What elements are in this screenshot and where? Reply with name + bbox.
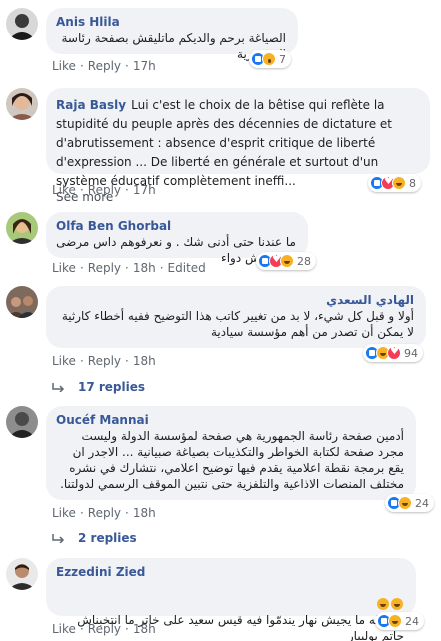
- wow-reaction-icon: [262, 52, 276, 66]
- author-name[interactable]: Ezzedini Zied: [56, 564, 404, 580]
- separator: ·: [125, 59, 129, 73]
- comment-text: أولا و قبل كل شيء، لا بد من تغيير كاتب ه…: [61, 309, 414, 339]
- separator: ·: [125, 506, 129, 520]
- haha-reaction-icon: [280, 254, 294, 268]
- comment-bubble: Raja Basly Lui c'est le choix de la bêti…: [46, 88, 430, 204]
- reaction-summary[interactable]: 8: [368, 174, 421, 192]
- separator: ·: [125, 354, 129, 368]
- reaction-summary[interactable]: 94: [363, 344, 423, 362]
- haha-reaction-icon: [398, 496, 412, 510]
- like-link[interactable]: Like: [52, 183, 76, 197]
- like-link[interactable]: Like: [52, 622, 76, 636]
- comment-actions: Like · Reply · 18h: [52, 506, 156, 520]
- comment-bubble: الهادي السعدي أولا و قبل كل شيء، لا بد م…: [46, 286, 426, 348]
- reaction-summary[interactable]: 28: [256, 252, 316, 270]
- edited-label[interactable]: Edited: [168, 261, 206, 275]
- reaction-count: 94: [404, 346, 418, 360]
- comment-actions: Like · Reply · 18h: [52, 622, 156, 636]
- timestamp[interactable]: 17h: [133, 59, 156, 73]
- reply-arrow-icon: [52, 533, 66, 543]
- replies-count[interactable]: 2 replies: [78, 531, 137, 545]
- timestamp[interactable]: 18h: [133, 354, 156, 368]
- like-link[interactable]: Like: [52, 59, 76, 73]
- timestamp[interactable]: 18h: [133, 506, 156, 520]
- reaction-count: 28: [297, 254, 311, 268]
- reaction-count: 24: [415, 496, 429, 510]
- timestamp[interactable]: 18h: [133, 261, 156, 275]
- laughing-emoji-icon: [391, 598, 403, 610]
- author-name[interactable]: Olfa Ben Ghorbal: [56, 218, 296, 234]
- separator: ·: [79, 622, 84, 636]
- reaction-summary[interactable]: 7: [249, 50, 291, 68]
- author-name[interactable]: Raja Basly: [56, 98, 126, 112]
- replies-count[interactable]: 17 replies: [78, 380, 145, 394]
- reaction-count: 8: [409, 176, 416, 190]
- like-link[interactable]: Like: [52, 506, 76, 520]
- author-name[interactable]: الهادي السعدي: [56, 292, 414, 308]
- reply-arrow-icon: [52, 382, 66, 392]
- timestamp[interactable]: 18h: [133, 622, 156, 636]
- comment-bubble: Ezzedini Zied إنشالله ما يجيش نهار يندمّ…: [46, 558, 416, 641]
- separator: ·: [159, 261, 164, 275]
- comment-bubble: Oucéf Mannai أدمين صفحة رئاسة الجمهورية …: [46, 406, 416, 500]
- reply-link[interactable]: Reply: [88, 354, 121, 368]
- reply-link[interactable]: Reply: [88, 59, 121, 73]
- reaction-count: 7: [279, 52, 286, 66]
- avatar[interactable]: [6, 212, 38, 244]
- reply-link[interactable]: Reply: [88, 622, 121, 636]
- comment-actions: Like · Reply · 17h: [52, 183, 156, 197]
- comment-bubble: Anis Hlila الصياغة برحم والديكم ماتليقش …: [46, 8, 298, 61]
- haha-reaction-icon: [388, 614, 402, 628]
- separator: ·: [125, 261, 129, 275]
- reaction-summary[interactable]: 24: [375, 612, 424, 630]
- avatar[interactable]: [6, 88, 38, 120]
- reaction-count: 24: [405, 614, 419, 628]
- separator: ·: [79, 59, 84, 73]
- view-replies-link[interactable]: 2 replies: [52, 531, 137, 545]
- author-name[interactable]: Anis Hlila: [56, 14, 286, 30]
- comment-actions: Like · Reply · 17h: [52, 59, 156, 73]
- like-link[interactable]: Like: [52, 261, 76, 275]
- separator: ·: [79, 354, 84, 368]
- love-reaction-icon: [387, 346, 401, 360]
- avatar[interactable]: [6, 286, 38, 318]
- separator: ·: [125, 622, 129, 636]
- avatar[interactable]: [6, 558, 38, 590]
- author-name[interactable]: Oucéf Mannai: [56, 412, 404, 428]
- avatar[interactable]: [6, 8, 38, 40]
- laughing-emoji-icon: [377, 598, 389, 610]
- separator: ·: [79, 506, 84, 520]
- timestamp[interactable]: 17h: [133, 183, 156, 197]
- view-replies-link[interactable]: 17 replies: [52, 380, 145, 394]
- haha-reaction-icon: [392, 176, 406, 190]
- avatar[interactable]: [6, 406, 38, 438]
- reaction-summary[interactable]: 24: [385, 494, 434, 512]
- reply-link[interactable]: Reply: [88, 183, 121, 197]
- separator: ·: [79, 183, 84, 197]
- like-link[interactable]: Like: [52, 354, 76, 368]
- separator: ·: [79, 261, 84, 275]
- reply-link[interactable]: Reply: [88, 261, 121, 275]
- reply-link[interactable]: Reply: [88, 506, 121, 520]
- separator: ·: [125, 183, 129, 197]
- comment-actions: Like · Reply · 18h: [52, 354, 156, 368]
- comment-actions: Like · Reply · 18h · Edited: [52, 261, 206, 275]
- comment-text: أدمين صفحة رئاسة الجمهورية هي صفحة لمؤسس…: [60, 429, 404, 491]
